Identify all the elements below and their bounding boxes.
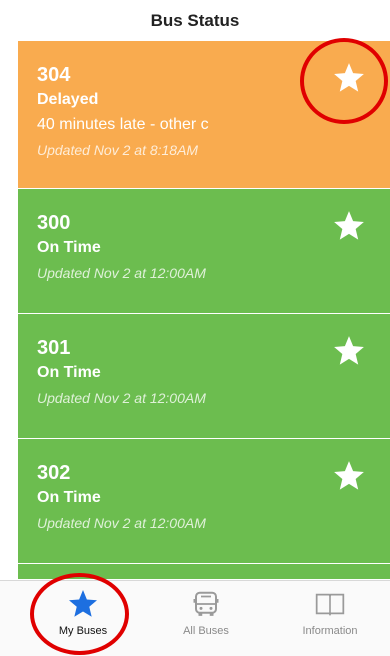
bus-card-partial[interactable] [18,564,390,579]
tab-label: Information [302,625,358,637]
star-icon [66,587,100,621]
star-icon [334,211,364,240]
page-title: Bus Status [150,10,240,30]
star-icon [334,63,364,92]
favorite-button[interactable] [332,209,366,243]
favorite-button[interactable] [332,61,366,95]
navigation-bar: Bus Status [0,0,390,41]
bus-card-302[interactable]: 302 On Time Updated Nov 2 at 12:00AM [18,439,390,563]
tab-information[interactable]: Information [265,581,390,656]
favorite-button[interactable] [332,334,366,368]
bus-card-300[interactable]: 300 On Time Updated Nov 2 at 12:00AM [18,189,390,313]
tab-bar: My Buses All Buses Information [0,580,390,656]
book-icon [313,587,347,621]
tab-label: All Buses [183,625,229,637]
tab-my-buses[interactable]: My Buses [18,581,148,656]
tab-all-buses[interactable]: All Buses [141,581,271,656]
bus-updated-time: Updated Nov 2 at 12:00AM [37,515,206,531]
favorite-button[interactable] [332,459,366,493]
bus-icon [189,587,223,621]
bus-card-304[interactable]: 304 Delayed 40 minutes late - other c Up… [18,41,390,188]
bus-delay-detail: 40 minutes late - other c [37,116,209,133]
bus-updated-time: Updated Nov 2 at 12:00AM [37,390,206,406]
bus-updated-time: Updated Nov 2 at 12:00AM [37,265,206,281]
app-screen: Bus Status 304 Delayed 40 minutes late -… [0,0,390,656]
star-icon [334,336,364,365]
tab-label: My Buses [58,625,108,637]
bus-status-list[interactable]: 304 Delayed 40 minutes late - other c Up… [18,41,390,579]
star-icon [334,461,364,490]
bus-card-301[interactable]: 301 On Time Updated Nov 2 at 12:00AM [18,314,390,438]
bus-updated-time: Updated Nov 2 at 8:18AM [37,142,199,158]
